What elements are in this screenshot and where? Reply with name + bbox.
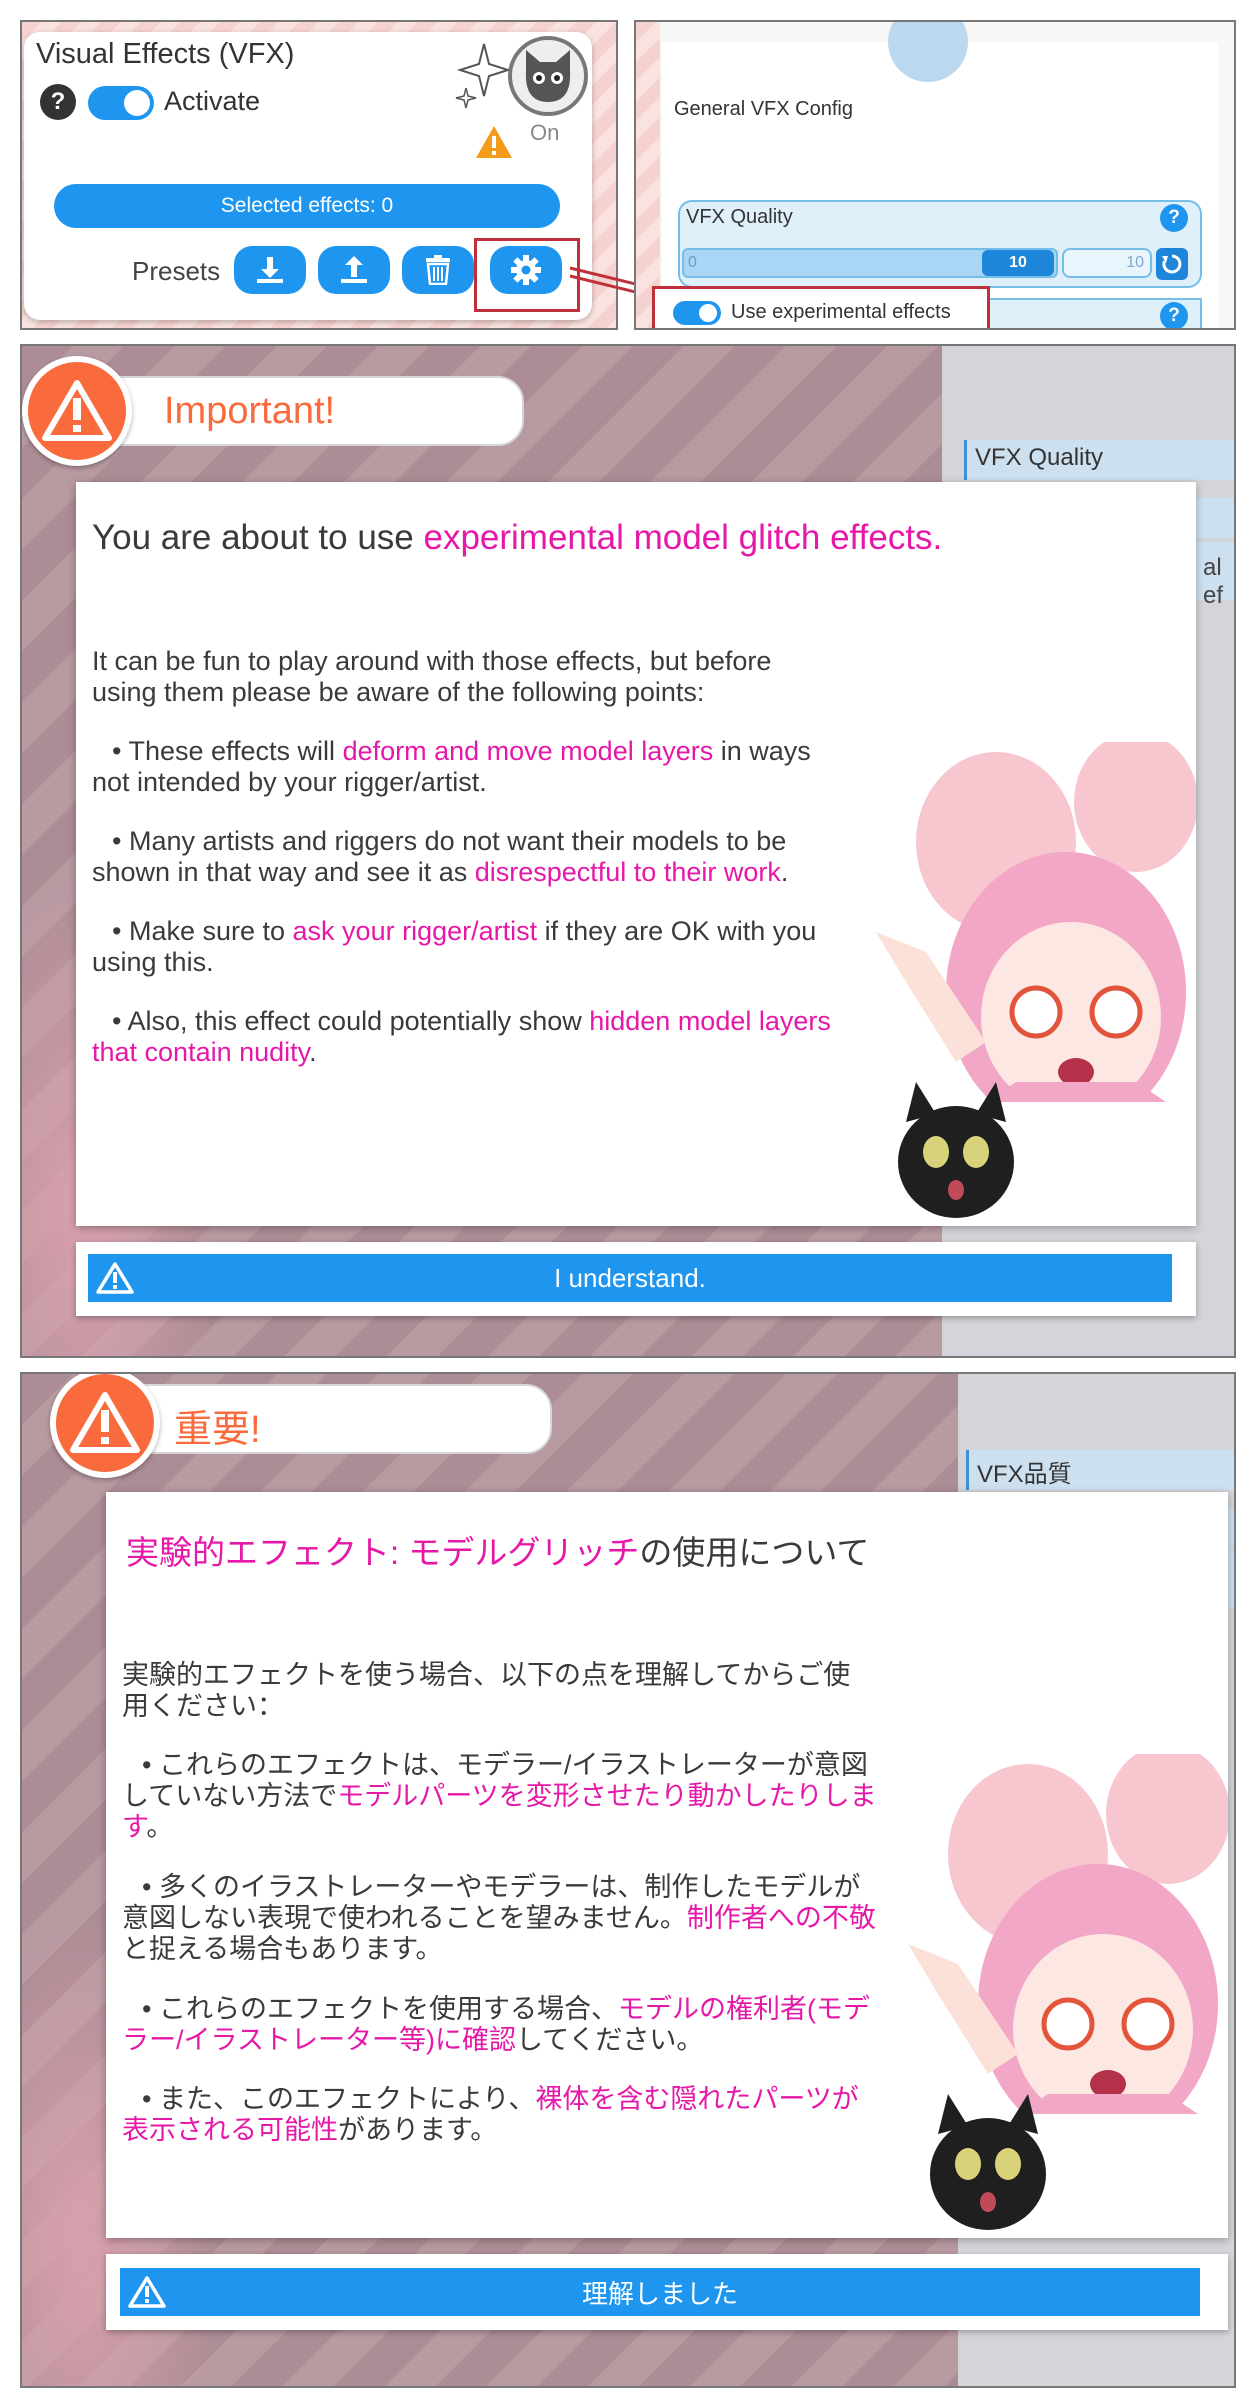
toggle-knob — [699, 304, 717, 322]
warning-badge-icon — [22, 356, 132, 466]
experimental-help-button[interactable]: ? — [1160, 302, 1188, 328]
bullet-2-tail: . — [780, 857, 789, 887]
reset-icon — [1162, 254, 1182, 274]
bullet-4-tail: があります。 — [338, 2115, 498, 2145]
upload-icon — [341, 256, 367, 283]
bullet-1-highlight: deform and move model layers — [342, 736, 714, 766]
dialog-intro: 実験的エフェクトを使う場合、以下の点を理解してからご使用ください： — [122, 1660, 851, 1721]
bullet-2: • Many artists and riggers do not want t… — [92, 826, 812, 888]
trash-icon — [426, 255, 450, 285]
download-icon — [257, 257, 283, 283]
config-card: General VFX Config VFX Quality ? 0 10 10… — [652, 22, 1218, 328]
understand-label: 理解しました — [581, 2278, 738, 2309]
experimental-toggle[interactable] — [673, 301, 721, 325]
gear-icon — [511, 255, 541, 285]
warning-badge-icon — [50, 1374, 160, 1478]
config-title: General VFX Config — [674, 98, 853, 120]
heading-highlight: 実験的エフェクト: モデルグリッチ — [126, 1534, 640, 1571]
cat-avatar-icon — [508, 36, 588, 116]
quality-min: 0 — [688, 254, 697, 271]
header-pill: 重要! — [112, 1384, 552, 1454]
bullet-4-text: • また、このエフェクトにより、 — [142, 2084, 536, 2114]
sparkles-icon — [455, 43, 512, 109]
bullet-1: • これらのエフェクトは、モデラー/イラストレーターが意図していない方法でモデル… — [122, 1750, 882, 1843]
understand-wrap: 理解しました — [106, 2254, 1228, 2330]
understand-wrap: I understand. — [76, 1242, 1196, 1316]
side-vfx-quality: VFX Quality — [964, 440, 1234, 480]
activate-label: Activate — [164, 86, 261, 116]
bullet-4-tail: . — [309, 1037, 317, 1067]
upload-preset-button[interactable] — [318, 246, 390, 294]
config-side-strip — [636, 22, 660, 328]
config-panel-screenshot: General VFX Config VFX Quality ? 0 10 10… — [634, 20, 1236, 330]
quality-slider[interactable]: 0 10 — [682, 248, 1058, 278]
delete-preset-button[interactable] — [402, 246, 474, 294]
warning-icon — [476, 126, 512, 158]
config-avatar-icon — [888, 22, 968, 82]
understand-label: I understand. — [554, 1262, 706, 1293]
bullet-2-highlight: 制作者への不敬 — [686, 1903, 876, 1933]
vfx-quality-label: VFX Quality — [686, 206, 793, 228]
dialog-title: Important! — [164, 390, 336, 432]
warning-icon — [128, 2276, 166, 2308]
dialog-intro: It can be fun to play around with those … — [92, 646, 772, 707]
bullet-3-tail: してください。 — [515, 2025, 704, 2055]
vfx-panel-screenshot: Visual Effects (VFX) ? Activate On Selec… — [20, 20, 618, 330]
dialog-heading: You are about to use experimental model … — [92, 518, 942, 558]
status-on: On — [530, 120, 560, 145]
bullet-3: • Make sure to ask your rigger/artist if… — [92, 916, 832, 978]
help-button[interactable]: ? — [40, 84, 76, 120]
warning-icon — [96, 1262, 134, 1294]
vfx-title: Visual Effects (VFX) — [36, 38, 295, 70]
mascot-illustration — [876, 742, 1196, 1226]
dialog-en-screenshot: VFX Quality al ef Important! You are abo… — [20, 344, 1236, 1358]
selected-effects-button[interactable]: Selected effects: 0 — [54, 184, 560, 228]
bullet-1-tail: 。 — [146, 1812, 174, 1842]
heading-plain: You are about to use — [92, 518, 424, 557]
dialog-title: 重要! — [174, 1409, 261, 1451]
experimental-callout: Use experimental effects — [652, 286, 990, 328]
bullet-4-text: • Also, this effect could potentially sh… — [112, 1006, 590, 1036]
bullet-4: • Also, this effect could potentially sh… — [92, 1006, 852, 1068]
bullet-2-highlight: disrespectful to their work — [474, 857, 781, 887]
heading-highlight: experimental model glitch effects. — [423, 518, 943, 557]
vfx-quality-row: VFX Quality ? 0 10 10 — [678, 200, 1202, 288]
vfx-card: Visual Effects (VFX) ? Activate On Selec… — [24, 32, 592, 320]
bullet-4: • また、このエフェクトにより、裸体を含む隠れたパーツが表示される可能性がありま… — [122, 2084, 882, 2146]
experimental-label: Use experimental effects — [731, 301, 951, 323]
understand-button[interactable]: I understand. — [88, 1254, 1172, 1302]
dialog-jp-screenshot: VFX品質 重要! 実験的エフェクト: モデルグリッチの使用について 実験的エフ… — [20, 1372, 1236, 2388]
bullet-3-highlight: ask your rigger/artist — [292, 916, 538, 946]
download-preset-button[interactable] — [234, 246, 306, 294]
header-pill: Important! — [82, 376, 524, 446]
bullet-2-tail: と捉える場合もあります。 — [122, 1934, 443, 1964]
bullet-3-text: • Make sure to — [112, 916, 293, 946]
bullet-1: • These effects will deform and move mod… — [92, 736, 832, 798]
bullet-3-text: • これらのエフェクトを使用する場合、 — [142, 1994, 618, 2024]
toggle-knob — [124, 90, 150, 116]
side-vfx-quality: VFX品質 — [966, 1450, 1234, 1490]
dialog-body: You are about to use experimental model … — [76, 482, 1196, 1226]
dialog-heading: 実験的エフェクト: モデルグリッチの使用について — [126, 1526, 869, 1574]
presets-label: Presets — [132, 256, 221, 286]
bullet-3: • これらのエフェクトを使用する場合、モデルの権利者(モデラー/イラストレーター… — [122, 1994, 882, 2056]
quality-input[interactable]: 10 — [1062, 248, 1152, 278]
mascot-illustration — [908, 1754, 1228, 2238]
dialog-body: 実験的エフェクト: モデルグリッチの使用について 実験的エフェクトを使う場合、以… — [106, 1492, 1228, 2238]
understand-button[interactable]: 理解しました — [120, 2268, 1200, 2316]
quality-help-button[interactable]: ? — [1160, 204, 1188, 232]
heading-plain: の使用について — [639, 1534, 870, 1571]
settings-preset-button[interactable] — [490, 246, 562, 294]
bullet-2: • 多くのイラストレーターやモデラーは、制作したモデルが意図しない表現で使われる… — [122, 1872, 882, 1965]
bullet-1-text: • These effects will — [112, 736, 343, 766]
quality-reset-button[interactable] — [1156, 248, 1188, 280]
quality-slider-thumb[interactable]: 10 — [982, 250, 1054, 276]
activate-toggle[interactable] — [88, 86, 154, 120]
